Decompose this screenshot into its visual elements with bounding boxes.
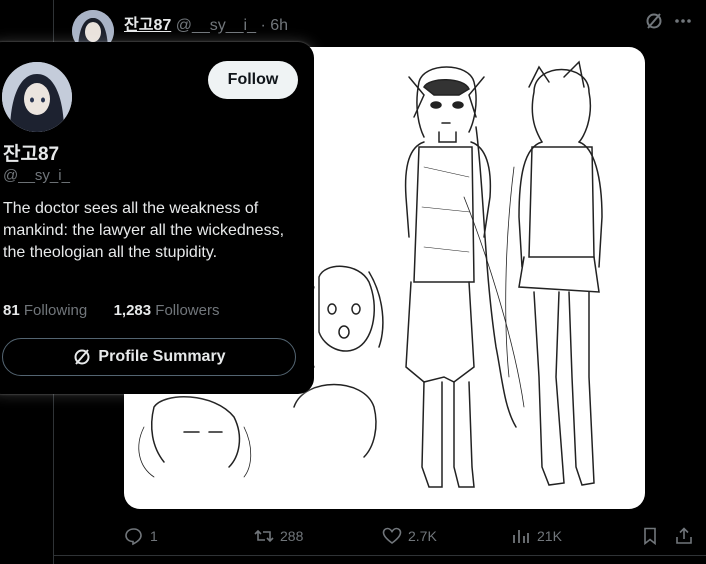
following-link[interactable]: 81 Following xyxy=(3,302,91,319)
followers-count: 1,283 xyxy=(113,302,152,319)
profile-summary-button[interactable]: Profile Summary xyxy=(2,338,296,376)
hover-card-display-name[interactable]: 잔고87 xyxy=(3,139,59,166)
view-count: 21K xyxy=(537,528,562,544)
back-figure-sketch xyxy=(505,60,603,486)
views-button[interactable]: 21K xyxy=(511,526,562,546)
hover-card-bio: The doctor sees all the weakness of mank… xyxy=(3,200,285,261)
profile-summary-label: Profile Summary xyxy=(98,348,226,365)
reply-button[interactable]: 1 xyxy=(124,526,158,546)
retweet-button[interactable]: 288 xyxy=(254,526,303,546)
tweet-author-handle[interactable]: @__sy__i_ xyxy=(176,17,256,34)
tweet-bottom-divider xyxy=(53,555,706,556)
tweet-header: 잔고87 @__sy__i_ · 6h xyxy=(124,11,288,35)
bookmark-button[interactable] xyxy=(640,526,660,546)
reply-count: 1 xyxy=(150,528,158,544)
following-count: 81 xyxy=(3,302,20,319)
followers-link[interactable]: 1,283 Followers xyxy=(114,302,220,319)
heart-icon xyxy=(382,527,402,544)
hover-card-avatar[interactable] xyxy=(2,62,72,132)
share-icon xyxy=(676,527,692,544)
reply-icon xyxy=(125,528,142,546)
following-label: Following xyxy=(23,302,88,319)
follow-button[interactable]: Follow xyxy=(208,61,298,99)
more-options-icon[interactable] xyxy=(672,10,694,32)
retweet-icon xyxy=(254,529,274,543)
tweet-separator: · xyxy=(260,17,266,34)
bookmark-icon xyxy=(644,527,656,546)
like-button[interactable]: 2.7K xyxy=(382,526,437,546)
hover-card-stats: 81 Following 1,283 Followers xyxy=(3,302,219,319)
hover-card-handle[interactable]: @__sy_i_ xyxy=(3,167,70,184)
grok-icon[interactable] xyxy=(643,10,665,32)
like-count: 2.7K xyxy=(408,528,437,544)
share-button[interactable] xyxy=(674,526,694,546)
tweet-author-name[interactable]: 잔고87 xyxy=(124,17,171,34)
views-icon xyxy=(513,530,529,543)
profile-hover-card: Follow 잔고87 @__sy_i_ The doctor sees all… xyxy=(0,42,314,394)
retweet-count: 288 xyxy=(280,528,304,544)
tweet-timestamp[interactable]: 6h xyxy=(270,17,288,34)
followers-label: Followers xyxy=(155,302,220,319)
grok-icon xyxy=(74,349,90,365)
tweet-action-bar: 1 288 2.7K 21K xyxy=(124,526,704,546)
